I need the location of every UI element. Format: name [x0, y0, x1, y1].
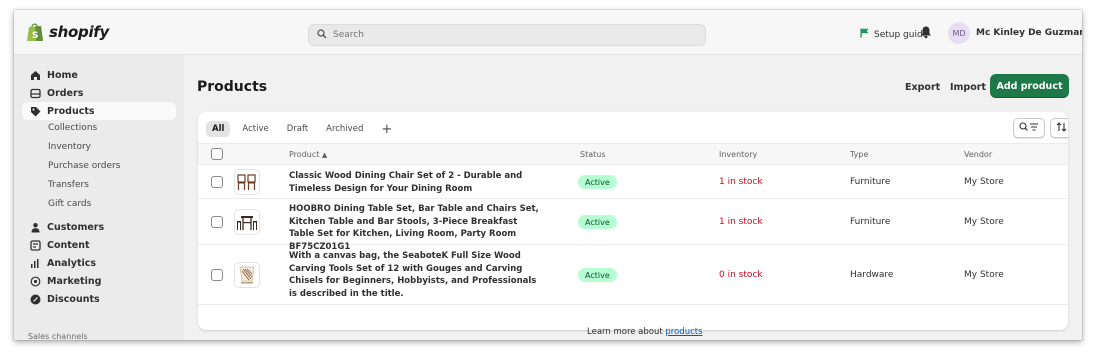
- status-badge: Active: [578, 175, 617, 189]
- sort-button[interactable]: [1050, 118, 1068, 138]
- sidebar-item-customers[interactable]: Customers: [22, 218, 176, 236]
- inventory-value: 0 in stock: [719, 270, 763, 280]
- type-value: Hardware: [850, 270, 894, 280]
- shopify-bag-icon: S: [26, 22, 44, 42]
- notifications-bell-icon[interactable]: [919, 25, 933, 39]
- person-icon: [30, 222, 41, 233]
- product-thumbnail-chairs: [234, 169, 260, 195]
- sidebar-subitem-inventory[interactable]: Inventory: [48, 142, 91, 152]
- sidebar-item-orders[interactable]: Orders: [22, 84, 176, 102]
- main-content: Products Export Import Add product All A…: [184, 55, 1082, 340]
- vendor-value: My Store: [964, 217, 1004, 227]
- tab-draft[interactable]: Draft: [281, 121, 314, 137]
- tab-archived[interactable]: Archived: [320, 121, 369, 137]
- product-name[interactable]: With a canvas bag, the SeaboteK Full Siz…: [289, 250, 539, 300]
- orders-icon: [30, 88, 41, 99]
- product-name[interactable]: Classic Wood Dining Chair Set of 2 - Dur…: [289, 170, 539, 195]
- status-badge: Active: [578, 268, 617, 282]
- inventory-value: 1 in stock: [719, 177, 763, 187]
- sidebar-item-home[interactable]: Home: [22, 66, 176, 84]
- svg-text:S: S: [32, 31, 38, 41]
- filter-tabs: All Active Draft Archived +: [206, 120, 398, 138]
- sidebar-item-products[interactable]: Products: [22, 102, 176, 120]
- home-icon: [30, 70, 41, 81]
- learn-more-prefix: Learn more about: [587, 327, 666, 337]
- sort-arrows-icon: [1056, 121, 1067, 135]
- sidebar-item-discounts[interactable]: Discounts: [22, 290, 176, 308]
- brand-name: shopify: [49, 23, 109, 41]
- sidebar-item-analytics[interactable]: Analytics: [22, 254, 176, 272]
- sidebar-item-label: Marketing: [47, 275, 102, 287]
- product-thumbnail-carving-tools: [234, 262, 260, 288]
- select-all-checkbox[interactable]: [211, 148, 223, 160]
- bar-chart-icon: [30, 258, 41, 269]
- tab-active[interactable]: Active: [236, 121, 274, 137]
- sidebar: Home Orders Products Collections Invento…: [14, 55, 184, 340]
- sidebar-item-label: Analytics: [47, 257, 97, 269]
- sidebar-subitem-gift-cards[interactable]: Gift cards: [48, 199, 91, 209]
- product-thumbnail-bar-table: [234, 209, 260, 235]
- row-checkbox[interactable]: [211, 269, 223, 281]
- add-view-button[interactable]: +: [375, 122, 398, 137]
- vendor-value: My Store: [964, 270, 1004, 280]
- type-value: Furniture: [850, 177, 891, 187]
- table-row[interactable]: With a canvas bag, the SeaboteK Full Siz…: [198, 245, 1068, 305]
- inventory-value: 1 in stock: [719, 217, 763, 227]
- sidebar-item-label: Products: [47, 105, 95, 117]
- app-window: S shopify Setup guide MD Mc Kinley De Gu…: [14, 10, 1082, 340]
- products-help-link[interactable]: products: [665, 327, 702, 337]
- content-icon: [30, 239, 41, 251]
- top-bar: S shopify Setup guide MD Mc Kinley De Gu…: [14, 10, 1082, 55]
- sidebar-item-marketing[interactable]: Marketing: [22, 272, 176, 290]
- column-product-label: Product: [289, 150, 320, 159]
- search-icon: [317, 28, 327, 42]
- avatar[interactable]: MD: [948, 22, 970, 44]
- search-filter-button[interactable]: [1013, 118, 1045, 138]
- discount-icon: [30, 294, 41, 305]
- plus-icon: +: [381, 121, 393, 137]
- sidebar-item-label: Customers: [47, 221, 105, 233]
- table-row[interactable]: HOOBRO Dining Table Set, Bar Table and C…: [198, 199, 1068, 252]
- column-status: Status: [580, 150, 606, 159]
- flag-icon: [860, 28, 869, 41]
- column-product[interactable]: Product ▲︎: [289, 150, 327, 159]
- table-header: Product ▲︎ Status Inventory Type Vendor: [198, 143, 1068, 165]
- type-value: Furniture: [850, 217, 891, 227]
- sidebar-subitem-transfers[interactable]: Transfers: [48, 180, 89, 190]
- sales-channels-heading[interactable]: Sales channels: [28, 332, 88, 340]
- search-bar[interactable]: [308, 24, 706, 46]
- page-title: Products: [197, 79, 268, 95]
- sidebar-item-label: Orders: [47, 87, 84, 99]
- setup-guide-button[interactable]: Setup guide: [860, 28, 928, 41]
- tag-icon: [30, 106, 41, 117]
- learn-more-text: Learn more about products: [587, 327, 703, 337]
- sidebar-item-label: Content: [47, 239, 90, 251]
- column-type: Type: [850, 150, 869, 159]
- shopify-logo[interactable]: S shopify: [26, 22, 109, 42]
- vendor-value: My Store: [964, 177, 1004, 187]
- export-button[interactable]: Export: [905, 82, 940, 93]
- table-row[interactable]: Classic Wood Dining Chair Set of 2 - Dur…: [198, 165, 1068, 199]
- column-vendor: Vendor: [964, 150, 993, 159]
- user-name[interactable]: Mc Kinley De Guzman: [976, 28, 1082, 38]
- search-input[interactable]: [333, 30, 673, 40]
- sidebar-item-label: Home: [47, 69, 78, 81]
- sidebar-subitem-collections[interactable]: Collections: [48, 123, 97, 133]
- row-checkbox[interactable]: [211, 216, 223, 228]
- sort-indicator-icon: ▲︎: [321, 151, 328, 159]
- tab-all[interactable]: All: [206, 121, 231, 137]
- column-inventory: Inventory: [719, 150, 758, 159]
- import-button[interactable]: Import: [950, 82, 986, 93]
- status-badge: Active: [578, 215, 617, 229]
- add-product-button[interactable]: Add product: [990, 74, 1069, 98]
- sidebar-item-label: Discounts: [47, 293, 100, 305]
- row-checkbox[interactable]: [211, 176, 223, 188]
- sidebar-item-content[interactable]: Content: [22, 236, 176, 254]
- products-card: All Active Draft Archived + Product ▲︎ S…: [198, 112, 1068, 330]
- search-filter-icon: [1019, 121, 1039, 135]
- target-icon: [30, 276, 41, 287]
- sidebar-subitem-purchase-orders[interactable]: Purchase orders: [48, 161, 120, 171]
